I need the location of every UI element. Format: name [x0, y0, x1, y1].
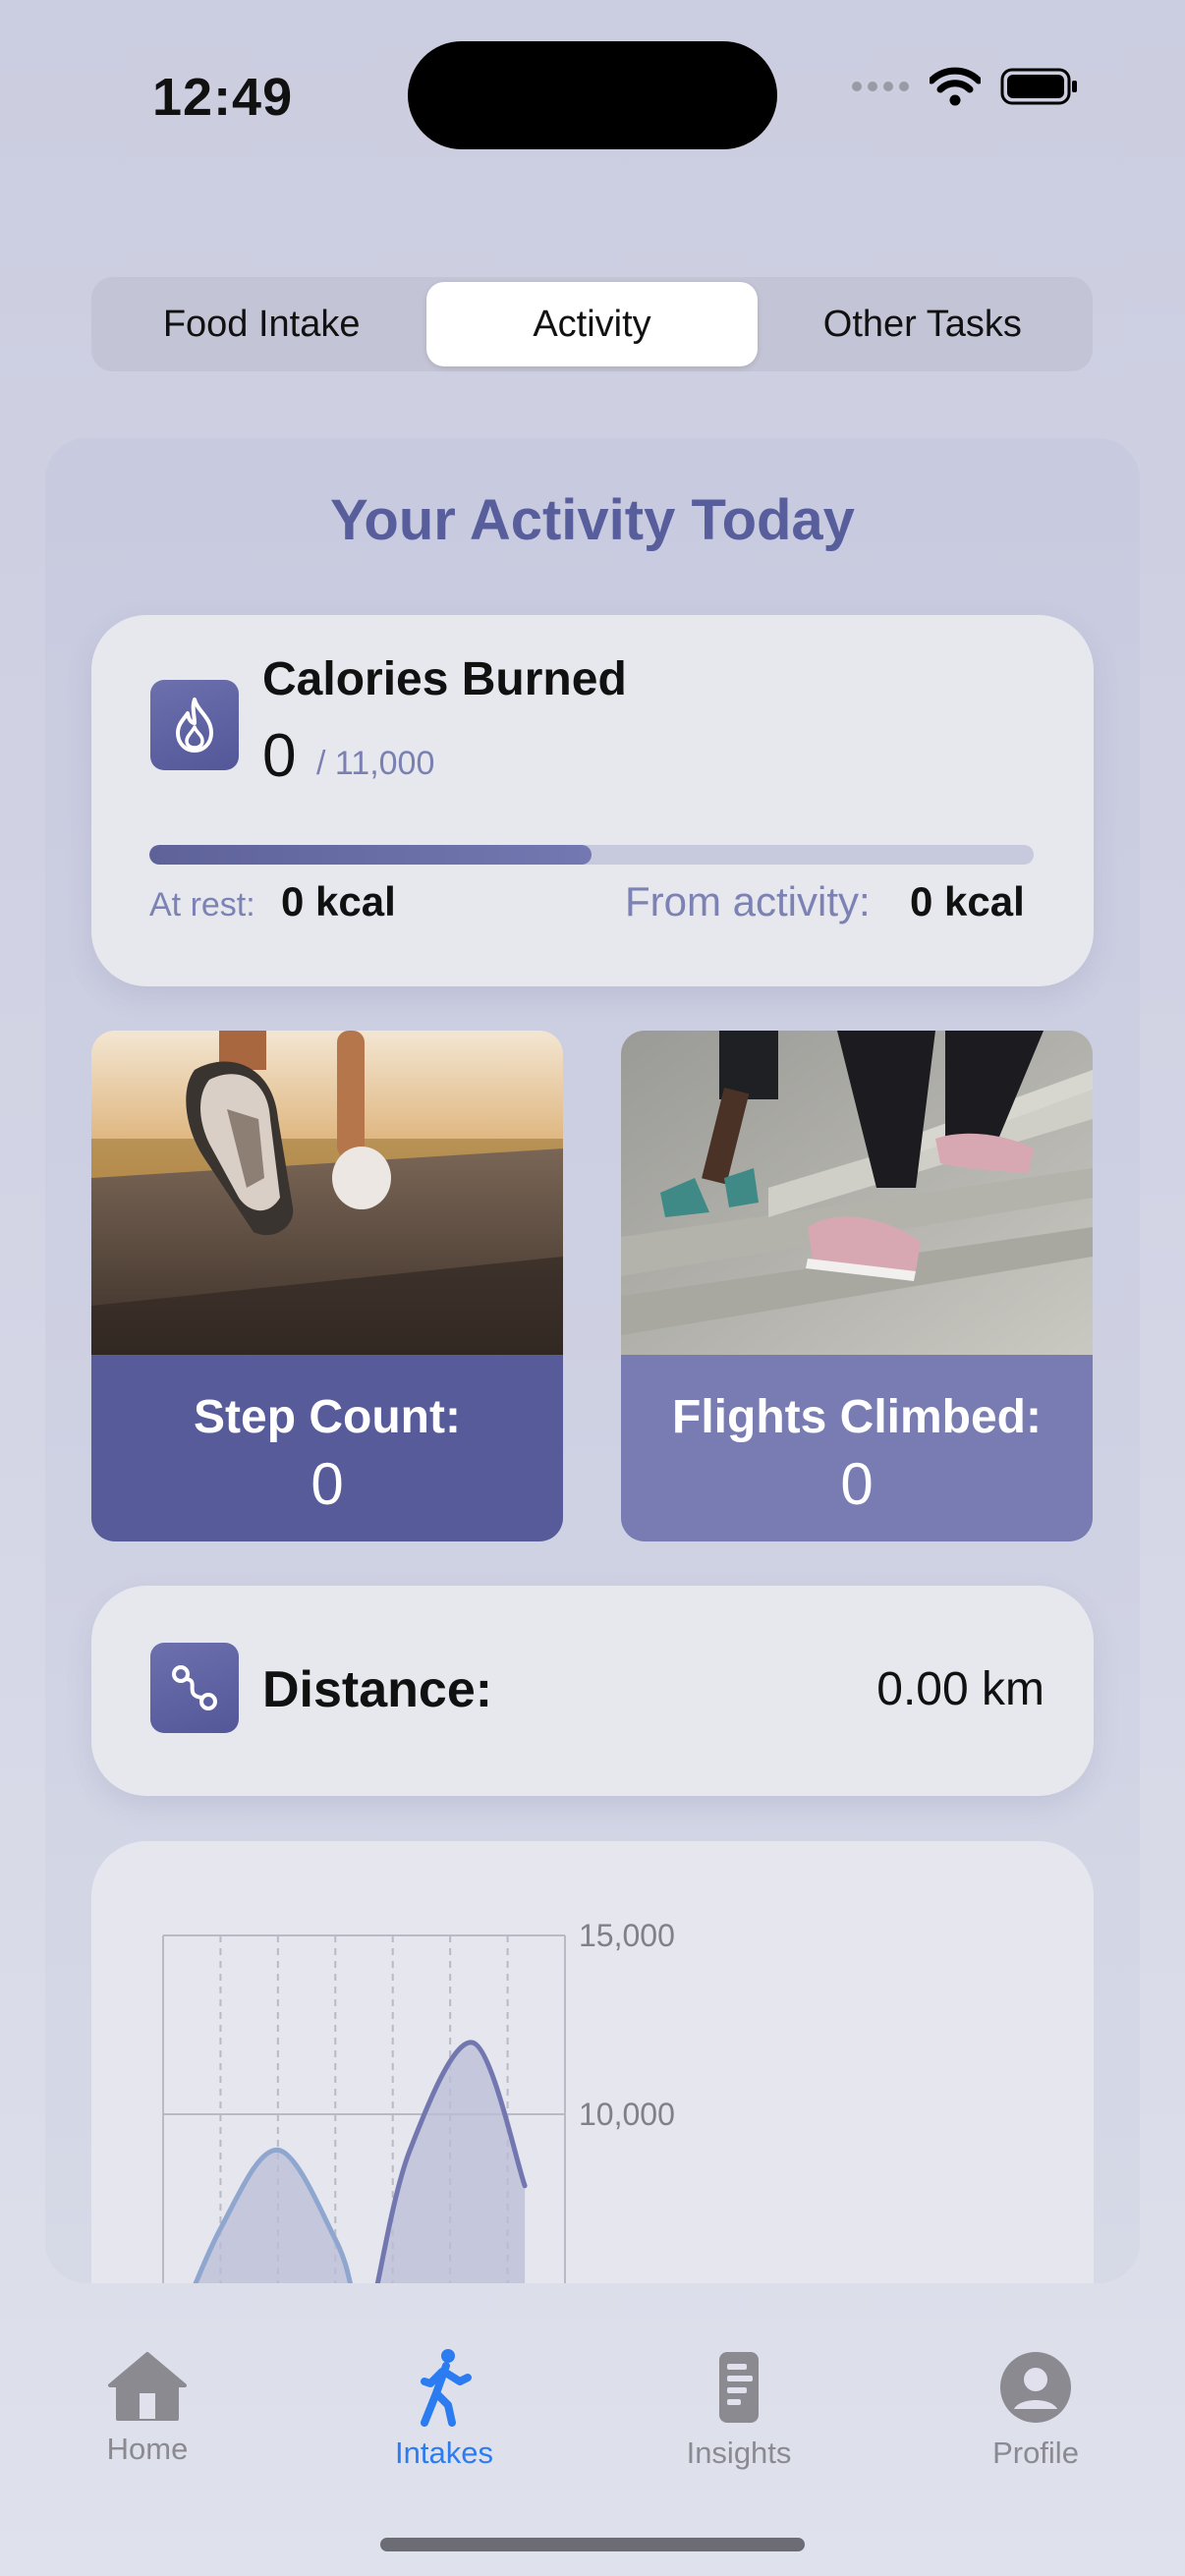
chart-area-fill [377, 2043, 526, 2283]
walking-figure-icon [421, 2349, 472, 2427]
flights-climbed-value: 0 [840, 1451, 874, 1517]
person-circle-icon [1000, 2352, 1071, 2423]
calories-title: Calories Burned [262, 653, 627, 705]
document-icon [719, 2352, 759, 2423]
step-count-value: 0 [310, 1451, 344, 1517]
activity-panel: Your Activity Today Calories Burned 0 / … [45, 438, 1140, 2283]
tab-profile-label: Profile [992, 2436, 1079, 2470]
flame-icon [150, 680, 239, 770]
status-time: 12:49 [152, 68, 294, 127]
running-shoes-photo [91, 1031, 563, 1355]
step-count-card[interactable]: Step Count: 0 [91, 1031, 563, 1541]
status-icons [851, 67, 1079, 106]
tab-bar: Home Intakes Insights Profile [0, 2319, 1185, 2535]
wifi-icon [930, 67, 981, 106]
house-icon [108, 2352, 187, 2421]
flights-climbed-card[interactable]: Flights Climbed: 0 [621, 1031, 1093, 1541]
step-count-footer: Step Count: 0 [91, 1355, 563, 1541]
distance-label: Distance: [262, 1661, 493, 1718]
step-count-label: Step Count: [194, 1391, 461, 1443]
route-icon [150, 1643, 239, 1733]
at-rest-label: At rest: [149, 886, 255, 924]
tab-home-label: Home [106, 2432, 189, 2466]
activity-chart: 15,000 10,000 [162, 1918, 675, 2283]
chart-y-tick-label: 15,000 [579, 1918, 675, 1953]
tab-insights[interactable]: Insights [641, 2348, 837, 2471]
tab-insights-label: Insights [686, 2436, 792, 2470]
from-activity-value: 0 kcal [910, 878, 1025, 924]
dynamic-island [408, 41, 777, 149]
chart-y-tick-label: 10,000 [579, 2097, 675, 2132]
cellular-signal-icon [852, 82, 909, 91]
calories-goal: / 11,000 [316, 745, 435, 782]
calories-value: 0 [262, 722, 297, 790]
at-rest-value: 0 kcal [281, 878, 396, 924]
tab-intakes-label: Intakes [395, 2436, 493, 2470]
calories-progress-bar [149, 845, 1034, 865]
stair-climbing-photo [621, 1031, 1093, 1355]
panel-title: Your Activity Today [330, 488, 855, 552]
segment-activity[interactable]: Activity [426, 282, 758, 366]
flights-climbed-label: Flights Climbed: [672, 1391, 1042, 1443]
calories-progress-fill [149, 845, 592, 865]
tab-intakes[interactable]: Intakes [346, 2348, 542, 2471]
home-indicator [380, 2538, 805, 2551]
segmented-control: Food Intake Activity Other Tasks [91, 277, 1093, 371]
flights-climbed-footer: Flights Climbed: 0 [621, 1355, 1093, 1541]
segment-other-tasks[interactable]: Other Tasks [758, 282, 1088, 366]
battery-icon [1000, 68, 1077, 105]
tab-profile[interactable]: Profile [937, 2348, 1134, 2471]
distance-value: 0.00 km [876, 1663, 1044, 1715]
from-activity-label: From activity: [625, 878, 871, 924]
tab-home[interactable]: Home [49, 2348, 246, 2467]
segment-food-intake[interactable]: Food Intake [96, 282, 426, 366]
